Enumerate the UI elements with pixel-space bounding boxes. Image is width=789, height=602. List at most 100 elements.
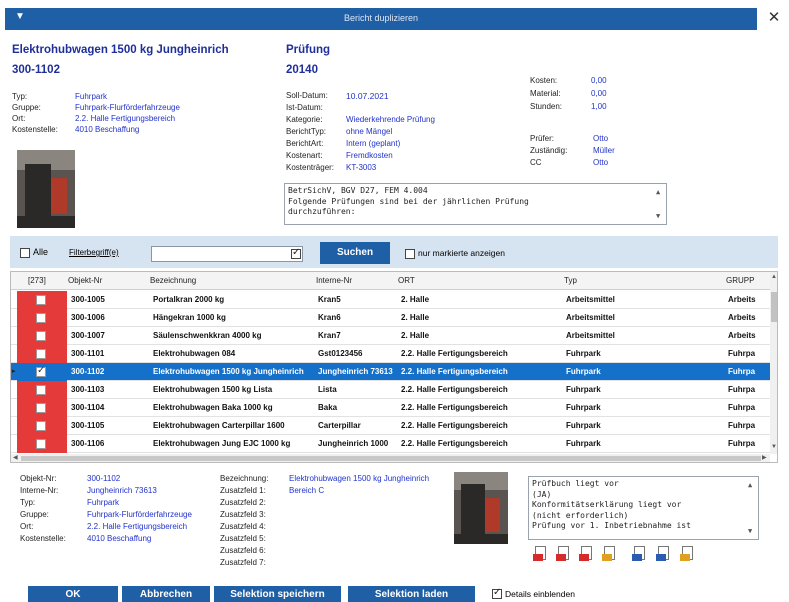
marked-only-label: nur markierte anzeigen bbox=[418, 248, 505, 258]
row-checkbox[interactable] bbox=[36, 403, 46, 413]
cell-gruppe: Fuhrpa bbox=[728, 385, 756, 394]
word-document-icon[interactable] bbox=[656, 546, 671, 563]
pdf-document-icon[interactable] bbox=[556, 546, 571, 563]
report-soll-label: Soll-Datum: bbox=[286, 91, 328, 100]
detail-object-photo bbox=[454, 472, 508, 544]
cell-objekt-nr: 300-1006 bbox=[71, 313, 105, 322]
load-selection-button[interactable]: Selektion laden bbox=[348, 586, 475, 602]
filter-input[interactable] bbox=[151, 246, 303, 262]
report-kategorie-label: Kategorie: bbox=[286, 115, 323, 124]
cc-value: Otto bbox=[593, 158, 609, 167]
title-bar-strip: ▼ Bericht duplizieren bbox=[5, 8, 757, 30]
row-marker-cell bbox=[17, 345, 67, 363]
cell-interne-nr: Kran7 bbox=[318, 331, 341, 340]
save-selection-button[interactable]: Selektion speichern bbox=[214, 586, 341, 602]
scroll-right-icon[interactable]: ▶ bbox=[762, 454, 767, 461]
table-row[interactable]: 300-1105 Elektrohubwagen Carterpillar 16… bbox=[11, 417, 771, 435]
detail-intern-value: Jungheinrich 73613 bbox=[87, 486, 157, 495]
zustaendig-value: Müller bbox=[593, 146, 615, 155]
row-checkbox[interactable] bbox=[36, 295, 46, 305]
costs-stunden-label: Stunden: bbox=[530, 102, 563, 111]
scroll-up-icon[interactable]: ▲ bbox=[771, 274, 777, 280]
report-typ-label: BerichtTyp: bbox=[286, 127, 327, 136]
row-checkbox[interactable] bbox=[36, 331, 46, 341]
row-checkbox[interactable] bbox=[36, 349, 46, 359]
detail-note-scrollbar[interactable]: ▲ ▼ bbox=[746, 478, 757, 538]
image-document-icon[interactable] bbox=[680, 546, 695, 563]
table-row[interactable]: 300-1101 Elektrohubwagen 084 Gst0123456 … bbox=[11, 345, 771, 363]
cell-objekt-nr: 300-1106 bbox=[71, 439, 105, 448]
scroll-left-icon[interactable]: ◀ bbox=[13, 454, 18, 461]
column-header-ort[interactable]: ORT bbox=[398, 276, 415, 285]
table-vertical-scrollbar[interactable]: ▲ ▼ bbox=[770, 272, 777, 454]
cell-bezeichnung: Elektrohubwagen Carterpillar 1600 bbox=[153, 421, 285, 430]
horizontal-scroll-thumb[interactable] bbox=[21, 456, 761, 461]
table-horizontal-scrollbar[interactable]: ◀ ▶ bbox=[11, 454, 770, 462]
scroll-up-icon[interactable]: ▲ bbox=[656, 187, 660, 198]
filter-apply-checkbox[interactable] bbox=[291, 247, 301, 259]
row-checkbox[interactable] bbox=[36, 385, 46, 395]
costs-kosten-label: Kosten: bbox=[530, 76, 558, 85]
table-row[interactable]: 300-1103 Elektrohubwagen 1500 kg Lista L… bbox=[11, 381, 771, 399]
detail-kostenstelle-label: Kostenstelle: bbox=[20, 534, 66, 543]
row-marker-cell bbox=[17, 381, 67, 399]
object-number: 300-1102 bbox=[12, 64, 60, 76]
report-note-scrollbar[interactable]: ▲ ▼ bbox=[654, 185, 665, 223]
table-row[interactable]: 300-1104 Elektrohubwagen Baka 1000 kg Ba… bbox=[11, 399, 771, 417]
row-checkbox[interactable] bbox=[36, 313, 46, 323]
column-header-typ[interactable]: Typ bbox=[564, 276, 577, 285]
ok-button[interactable]: OK bbox=[28, 586, 118, 602]
cell-interne-nr: Carterpillar bbox=[318, 421, 361, 430]
report-name: Prüfung bbox=[286, 44, 331, 56]
column-header-objekt-nr[interactable]: Objekt-Nr bbox=[68, 276, 102, 285]
detail-note-textarea[interactable]: Prüfbuch liegt vor (JA) Konformitätserklär… bbox=[528, 476, 759, 540]
text-document-icon[interactable] bbox=[632, 546, 647, 563]
object-ort-value: 2.2. Halle Fertigungsbereich bbox=[75, 114, 176, 123]
title-bar: ▼ Bericht duplizieren ✕ bbox=[0, 0, 789, 34]
cell-typ: Fuhrpark bbox=[566, 403, 601, 412]
scroll-down-icon[interactable]: ▼ bbox=[771, 444, 777, 450]
select-all-checkbox[interactable] bbox=[20, 248, 30, 258]
report-note-textarea[interactable]: BetrSichV, BGV D27, FEM 4.004 Folgende Pr… bbox=[284, 183, 667, 225]
table-row[interactable]: 300-1007 Säulenschwenkkran 4000 kg Kran7… bbox=[11, 327, 771, 345]
object-table[interactable]: [273] Objekt-Nr Bezeichnung Interne-Nr O… bbox=[10, 271, 778, 463]
row-checkbox[interactable] bbox=[36, 421, 46, 431]
row-marker-cell bbox=[17, 327, 67, 345]
details-checkbox[interactable] bbox=[492, 587, 502, 599]
cell-interne-nr: Jungheinrich 1000 bbox=[318, 439, 389, 448]
row-checkbox[interactable] bbox=[36, 365, 46, 377]
cell-bezeichnung: Elektrohubwagen Baka 1000 kg bbox=[153, 403, 273, 412]
column-header-bezeichnung[interactable]: Bezeichnung bbox=[150, 276, 196, 285]
scroll-down-icon[interactable]: ▼ bbox=[748, 526, 752, 537]
current-row-indicator: ▸ bbox=[12, 368, 16, 375]
cell-interne-nr: Gst0123456 bbox=[318, 349, 363, 358]
cancel-button[interactable]: Abbrechen bbox=[122, 586, 210, 602]
cc-label: CC bbox=[530, 158, 542, 167]
cell-gruppe: Fuhrpa bbox=[728, 349, 756, 358]
scroll-up-icon[interactable]: ▲ bbox=[748, 480, 752, 491]
pdf-document-icon[interactable] bbox=[533, 546, 548, 563]
pdf-document-icon[interactable] bbox=[579, 546, 594, 563]
row-marker-cell bbox=[17, 399, 67, 417]
table-row-selected[interactable]: ▸ 300-1102 Elektrohubwagen 1500 kg Jungh… bbox=[11, 363, 771, 381]
scroll-down-icon[interactable]: ▼ bbox=[656, 211, 660, 222]
vertical-scroll-thumb[interactable] bbox=[771, 292, 777, 322]
costs-material-label: Material: bbox=[530, 89, 561, 98]
column-header-gruppe[interactable]: GRUPP bbox=[726, 276, 754, 285]
window-title: Bericht duplizieren bbox=[343, 13, 419, 23]
object-gruppe-label: Gruppe: bbox=[12, 103, 41, 112]
table-row[interactable]: 300-1005 Portalkran 2000 kg Kran5 2. Hal… bbox=[11, 291, 771, 309]
marked-only-checkbox[interactable] bbox=[405, 249, 415, 259]
table-row[interactable]: 300-1006 Hängekran 1000 kg Kran6 2. Hall… bbox=[11, 309, 771, 327]
detail-zusatz1-value: Bereich C bbox=[289, 486, 325, 495]
cell-objekt-nr: 300-1005 bbox=[71, 295, 105, 304]
detail-kostenstelle-value: 4010 Beschaffung bbox=[87, 534, 152, 543]
detail-typ-value: Fuhrpark bbox=[87, 498, 120, 507]
column-header-interne-nr[interactable]: Interne-Nr bbox=[316, 276, 352, 285]
row-checkbox[interactable] bbox=[36, 439, 46, 449]
table-row[interactable]: 300-1106 Elektrohubwagen Jung EJC 1000 k… bbox=[11, 435, 771, 453]
close-icon[interactable]: ✕ bbox=[764, 8, 784, 28]
image-document-icon[interactable] bbox=[602, 546, 617, 563]
search-button[interactable]: Suchen bbox=[320, 242, 390, 264]
costs-kosten-value: 0,00 bbox=[591, 76, 607, 85]
